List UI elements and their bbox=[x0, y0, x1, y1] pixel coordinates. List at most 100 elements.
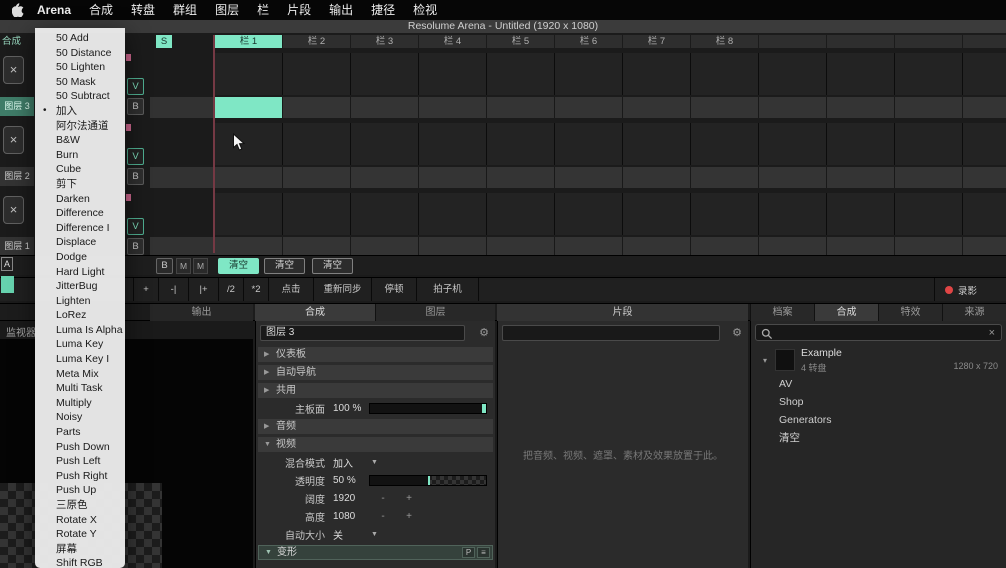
menu-item[interactable]: Push Left bbox=[35, 454, 125, 469]
bpm-button[interactable]: *2 bbox=[244, 278, 269, 301]
gear-icon[interactable]: ⚙ bbox=[732, 326, 742, 340]
param-value[interactable]: 50 % bbox=[333, 475, 363, 486]
section-transform[interactable]: ▼ 变形 P ≡ bbox=[258, 545, 493, 560]
section-video[interactable]: ▼ 视频 bbox=[258, 437, 493, 452]
clip-name-field[interactable] bbox=[502, 325, 720, 341]
menu-item[interactable]: Push Down bbox=[35, 440, 125, 455]
column-header[interactable]: 栏 2 bbox=[283, 35, 350, 48]
column-header[interactable]: 栏 1 bbox=[215, 35, 282, 48]
menu-item[interactable]: Parts bbox=[35, 425, 125, 440]
menubar-item[interactable]: 输出 bbox=[320, 0, 362, 20]
column-header[interactable]: 栏 8 bbox=[691, 35, 758, 48]
crossfader-b-button[interactable]: B bbox=[156, 258, 173, 274]
chevron-down-icon[interactable]: ▼ bbox=[371, 531, 378, 538]
browser-list-item[interactable]: 清空 bbox=[751, 429, 1006, 447]
clear-search-icon[interactable]: × bbox=[989, 325, 995, 341]
menu-item[interactable]: 50 Mask bbox=[35, 75, 125, 90]
clear-layer-button[interactable]: × bbox=[3, 56, 24, 84]
clip-cells[interactable] bbox=[215, 123, 1006, 165]
monitor-label[interactable]: 监视器 bbox=[6, 324, 36, 339]
browser-tab[interactable]: 来源 bbox=[942, 304, 1006, 322]
layer-name-field[interactable]: 图层 3 bbox=[260, 325, 465, 341]
menubar-item[interactable]: 检视 bbox=[404, 0, 446, 20]
browser-list-item[interactable]: Generators bbox=[751, 411, 1006, 429]
menu-item[interactable]: Displace bbox=[35, 235, 125, 250]
menu-item[interactable]: Rotate Y bbox=[35, 527, 125, 542]
slider-handle[interactable] bbox=[428, 476, 430, 485]
menu-item[interactable]: Luma Is Alpha bbox=[35, 323, 125, 338]
chevron-down-icon[interactable]: ▾ bbox=[763, 356, 767, 365]
autosize-value[interactable]: 关 bbox=[333, 527, 363, 542]
layer-video-toggle[interactable]: V bbox=[127, 218, 144, 235]
column-header[interactable]: 栏 3 bbox=[351, 35, 418, 48]
slider-handle[interactable] bbox=[482, 404, 486, 413]
monitor-mode-button[interactable]: M bbox=[176, 258, 191, 274]
layer-video-toggle[interactable]: V bbox=[127, 78, 144, 95]
browser-list-item[interactable]: AV bbox=[751, 375, 1006, 393]
menu-item[interactable]: Push Right bbox=[35, 469, 125, 484]
bpm-button[interactable]: |+ bbox=[189, 278, 219, 301]
menubar-item[interactable]: 群组 bbox=[164, 0, 206, 20]
menu-item[interactable]: 剪下 bbox=[35, 177, 125, 192]
menubar-item[interactable]: 转盘 bbox=[122, 0, 164, 20]
layer-name[interactable]: 图层 3 bbox=[0, 97, 34, 116]
menu-item[interactable]: 三原色 bbox=[35, 498, 125, 513]
menubar-item[interactable]: 图层 bbox=[206, 0, 248, 20]
layer-name[interactable]: 图层 1 bbox=[0, 237, 34, 256]
width-value[interactable]: 1920 bbox=[333, 493, 363, 504]
decrement-button[interactable]: - bbox=[377, 493, 389, 504]
menu-item[interactable]: 50 Distance bbox=[35, 46, 125, 61]
layer-video-toggle[interactable]: V bbox=[127, 148, 144, 165]
tab-composition[interactable]: 合成 bbox=[255, 304, 375, 322]
clear-button[interactable]: 清空 bbox=[264, 258, 305, 274]
bpm-button[interactable]: /2 bbox=[219, 278, 244, 301]
increment-button[interactable]: + bbox=[403, 493, 415, 504]
browser-tab[interactable]: 档案 bbox=[750, 304, 814, 322]
master-slider[interactable] bbox=[369, 403, 487, 414]
menu-item[interactable]: 阿尔法通道 bbox=[35, 119, 125, 134]
blend-mode-value[interactable]: 加入 bbox=[333, 455, 363, 470]
decrement-button[interactable]: - bbox=[377, 511, 389, 522]
clear-layer-button[interactable]: × bbox=[3, 126, 24, 154]
clip-name-strip[interactable] bbox=[215, 167, 1006, 188]
column-header[interactable]: 栏 7 bbox=[623, 35, 690, 48]
menu-item[interactable]: Noisy bbox=[35, 410, 125, 425]
menubar-item[interactable]: Arena bbox=[28, 0, 80, 20]
browser-list-item[interactable]: Shop bbox=[751, 393, 1006, 411]
menu-item[interactable]: Shift RGB bbox=[35, 556, 125, 568]
color-swatch[interactable] bbox=[1, 276, 14, 293]
menu-item[interactable]: Luma Key I bbox=[35, 352, 125, 367]
menu-item[interactable]: Meta Mix bbox=[35, 367, 125, 382]
menu-item[interactable]: Difference bbox=[35, 206, 125, 221]
menu-item[interactable]: 屏幕 bbox=[35, 542, 125, 557]
bpm-button[interactable]: 点击 bbox=[269, 278, 314, 301]
menu-item[interactable]: 50 Subtract bbox=[35, 89, 125, 104]
section-audio[interactable]: ▶ 音频 bbox=[258, 419, 493, 434]
menu-item[interactable]: Dodge bbox=[35, 250, 125, 265]
apple-logo-icon[interactable] bbox=[12, 3, 24, 17]
clear-button[interactable]: 清空 bbox=[312, 258, 353, 274]
increment-button[interactable]: + bbox=[403, 511, 415, 522]
height-value[interactable]: 1080 bbox=[333, 511, 363, 522]
menu-item[interactable]: LoRez bbox=[35, 308, 125, 323]
active-clip[interactable] bbox=[215, 97, 282, 118]
menu-item[interactable]: Lighten bbox=[35, 294, 125, 309]
menu-item[interactable]: Cube bbox=[35, 162, 125, 177]
browser-list-item[interactable]: ▾ Example 4 转盘 1280 x 720 bbox=[751, 345, 1006, 375]
menu-item[interactable]: Difference I bbox=[35, 221, 125, 236]
menu-item[interactable]: 50 Lighten bbox=[35, 60, 125, 75]
menu-item[interactable]: Hard Light bbox=[35, 265, 125, 280]
bpm-button[interactable]: -| bbox=[159, 278, 189, 301]
param-value[interactable]: 100 % bbox=[333, 403, 363, 414]
tab-clip[interactable]: 片段 bbox=[497, 304, 748, 322]
menu-item[interactable]: JitterBug bbox=[35, 279, 125, 294]
tab-layer[interactable]: 图层 bbox=[375, 304, 495, 322]
menu-item[interactable]: B&W bbox=[35, 133, 125, 148]
bpm-button[interactable]: 拍子机 bbox=[417, 278, 479, 301]
layer-bypass-toggle[interactable]: B bbox=[127, 168, 144, 185]
clip-cells[interactable] bbox=[215, 53, 1006, 95]
bpm-button[interactable]: + bbox=[133, 278, 159, 301]
menu-item[interactable]: Luma Key bbox=[35, 337, 125, 352]
clear-layer-button[interactable]: × bbox=[3, 196, 24, 224]
browser-tab[interactable]: 合成 bbox=[814, 304, 878, 322]
